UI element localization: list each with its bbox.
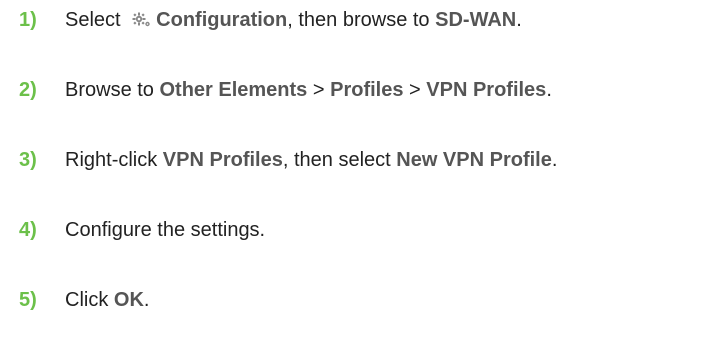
step-text-part: , then select — [282, 148, 397, 171]
path-separator: > — [403, 78, 427, 101]
step-number: 1) — [19, 8, 37, 31]
step-text-part: , then browse to — [287, 8, 436, 31]
step-text: Right-click VPN Profiles , then select N… — [65, 149, 557, 172]
step-text-part: . — [546, 78, 552, 101]
step-text-part: . — [551, 148, 558, 171]
gear-icon — [132, 12, 152, 28]
step-text-part: Right-click — [65, 148, 163, 171]
step-text-part: . — [516, 8, 522, 31]
step-text: Configure the settings. — [65, 219, 265, 242]
ui-term-new-vpn-profile: New VPN Profile — [396, 148, 552, 171]
step-number: 3) — [19, 148, 37, 171]
step-number: 2) — [19, 78, 37, 101]
step-number: 5) — [19, 288, 37, 311]
step-text-part: Select — [65, 8, 127, 31]
step-text-part: Click — [65, 288, 114, 311]
step-text-part: Configure the settings. — [65, 218, 266, 241]
ui-term-profiles: Profiles — [330, 78, 404, 101]
path-separator: > — [307, 78, 331, 101]
step-text-part: Browse to — [65, 78, 160, 101]
step-text: Select Configuration , then browse to SD… — [65, 9, 522, 32]
step-text-part: . — [143, 288, 150, 311]
ui-term-configuration: Configuration — [156, 8, 288, 31]
step-text: Click OK . — [65, 289, 149, 312]
step-text: Browse to Other Elements > Profiles > VP… — [65, 79, 552, 102]
procedure-steps: 1) Select Configuration , then browse to… — [0, 0, 723, 339]
ui-term-sd-wan: SD-WAN — [435, 8, 517, 31]
step-number: 4) — [19, 218, 37, 241]
ui-term-vpn-profiles: VPN Profiles — [426, 78, 547, 101]
ui-term-vpn-profiles: VPN Profiles — [162, 148, 283, 171]
ui-term-ok: OK — [113, 288, 144, 311]
ui-term-other-elements: Other Elements — [159, 78, 308, 101]
